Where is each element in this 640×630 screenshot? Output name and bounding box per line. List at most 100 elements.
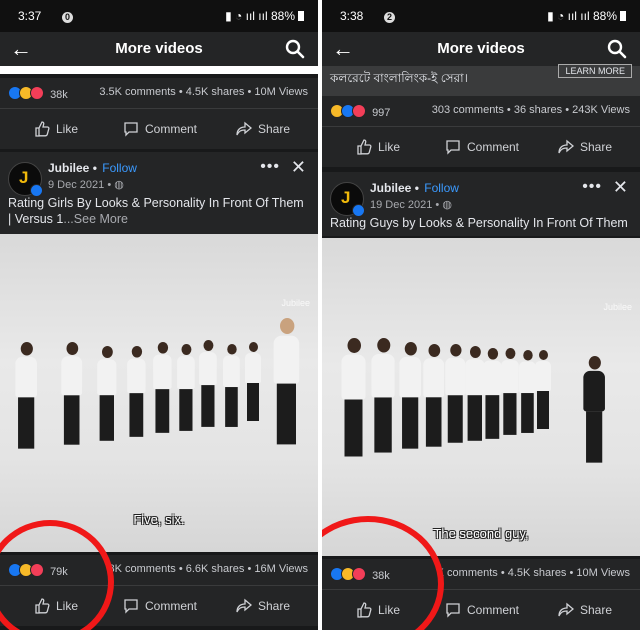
status-bar: 3:37 0 ▮ ◔ ııl ııl 88%	[0, 0, 318, 32]
post-date: 9 Dec 2021 • ◍	[48, 178, 124, 191]
close-icon[interactable]: ✕	[613, 177, 628, 198]
video-person	[340, 338, 367, 457]
video-person	[126, 346, 147, 437]
search-icon[interactable]	[284, 38, 306, 60]
comment-label: Comment	[467, 603, 520, 617]
avatar[interactable]: J	[8, 162, 43, 197]
prev-post-actions: Like Comment Share	[0, 108, 318, 149]
comment-button[interactable]: Comment	[123, 586, 197, 626]
prev-post-counts: 38k 3.5K comments • 4.5K shares • 10M Vi…	[0, 78, 318, 108]
comment-icon	[124, 122, 138, 137]
battery-level: 88%	[270, 9, 295, 23]
like-button[interactable]: Like	[356, 127, 400, 167]
post-title-text: Rating Guys by Looks & Personality In Fr…	[330, 216, 628, 230]
ad-banner[interactable]: কলরেটে বাংলালিংক-ই সেরা। LEARN MORE	[322, 64, 640, 96]
video-person	[500, 348, 520, 435]
search-icon[interactable]	[606, 38, 628, 60]
post-stats[interactable]: K comments • 4.5K shares • 10M Views	[437, 567, 630, 579]
video-person	[422, 344, 445, 447]
page-title: More videos	[115, 40, 203, 57]
post-stats[interactable]: 303 comments • 36 shares • 243K Views	[432, 104, 630, 116]
post-title: Rating Girls By Looks & Personality In F…	[8, 195, 310, 227]
follow-link[interactable]: Follow	[102, 161, 137, 175]
post-stats[interactable]: 8K comments • 6.6K shares • 16M Views	[109, 563, 308, 575]
jubilee-logo-icon: J	[19, 168, 29, 187]
like-button[interactable]: Like	[34, 109, 78, 149]
video-person	[370, 338, 396, 453]
globe-icon: ◍	[114, 179, 124, 191]
post-header: J Jubilee • Follow 9 Dec 2021 • ◍ ••• ✕ …	[0, 152, 318, 234]
share-label: Share	[258, 599, 291, 613]
signal-icon: ▮ ◔ ııl ııl	[225, 9, 268, 23]
video-person	[198, 340, 218, 427]
video-person	[14, 342, 38, 449]
notification-badge: 0	[62, 12, 73, 23]
author-name[interactable]: Jubilee	[370, 181, 411, 195]
follow-link[interactable]: Follow	[424, 181, 459, 195]
comment-button[interactable]: Comment	[123, 109, 197, 149]
status-time: 3:38	[340, 9, 364, 23]
reactions[interactable]: 997	[330, 104, 390, 119]
post-date-text: 19 Dec 2021 •	[370, 199, 440, 211]
video-person	[96, 346, 118, 441]
comment-icon	[124, 599, 138, 614]
comment-button[interactable]: Comment	[445, 590, 519, 630]
share-icon	[558, 139, 575, 154]
share-button[interactable]: Share	[558, 590, 612, 630]
jubilee-logo-icon: J	[341, 188, 351, 207]
post-title: Rating Guys by Looks & Personality In Fr…	[330, 215, 632, 231]
status-time: 3:37	[18, 9, 42, 23]
comment-label: Comment	[145, 599, 198, 613]
like-icon	[357, 139, 372, 155]
video-person	[398, 342, 422, 449]
battery-level: 88%	[592, 9, 617, 23]
like-label: Like	[378, 140, 401, 154]
close-icon[interactable]: ✕	[291, 157, 306, 178]
share-icon	[558, 602, 575, 617]
author-line: Jubilee • Follow	[370, 181, 459, 195]
notification-badge: 2	[384, 12, 395, 23]
share-icon	[236, 598, 253, 613]
ad-banner-text: কলরেটে বাংলালিংক-ই সেরা।	[330, 71, 468, 85]
share-button[interactable]: Share	[558, 127, 612, 167]
battery-icon	[298, 11, 304, 21]
author-name[interactable]: Jubilee	[48, 161, 89, 175]
love-reaction-icon	[30, 86, 44, 100]
left-screenshot: 3:37 0 ▮ ◔ ııl ııl 88% ← More videos 38k…	[0, 0, 318, 630]
right-screenshot: 3:38 2 ▮ ◔ ııl ııl 88% ← More videos কলর…	[322, 0, 640, 630]
avatar[interactable]: J	[330, 182, 365, 217]
comment-button[interactable]: Comment	[445, 127, 519, 167]
post-date-text: 9 Dec 2021 •	[48, 179, 112, 191]
battery-icon	[620, 11, 626, 21]
status-bar: 3:38 2 ▮ ◔ ııl ııl 88%	[322, 0, 640, 32]
see-more-link[interactable]: ...See More	[63, 212, 128, 226]
signal-icon: ▮ ◔ ııl ııl	[547, 9, 590, 23]
more-icon[interactable]: •••	[582, 178, 602, 196]
prev-post-actions: Like Comment Share	[322, 126, 640, 167]
post-stats[interactable]: 3.5K comments • 4.5K shares • 10M Views	[99, 86, 308, 98]
learn-more-button[interactable]: LEARN MORE	[558, 64, 632, 78]
video-person	[176, 344, 196, 431]
video-person	[244, 342, 262, 421]
reactions[interactable]: 38k	[8, 86, 68, 101]
video-player[interactable]: Jubilee The second guy,	[322, 238, 640, 556]
video-watermark: Jubilee	[603, 302, 632, 312]
share-icon	[236, 121, 253, 136]
reaction-count: 997	[372, 107, 391, 119]
video-watermark: Jubilee	[281, 298, 310, 308]
share-button[interactable]: Share	[236, 109, 290, 149]
post-title-text: Rating Girls By Looks & Personality In F…	[8, 196, 304, 226]
status-right: ▮ ◔ ııl ııl 88%	[225, 9, 304, 23]
video-player[interactable]: Jubilee Five, six.	[0, 234, 318, 552]
top-bar: ← More videos	[0, 32, 318, 66]
share-button[interactable]: Share	[236, 586, 290, 626]
share-label: Share	[580, 140, 613, 154]
reaction-count: 38k	[50, 89, 68, 101]
video-person	[222, 344, 241, 427]
status-right: ▮ ◔ ııl ııl 88%	[547, 9, 626, 23]
prev-video-edge	[0, 66, 318, 74]
like-label: Like	[56, 122, 79, 136]
author-line: Jubilee • Follow	[48, 161, 137, 175]
more-icon[interactable]: •••	[260, 158, 280, 176]
post-date: 19 Dec 2021 • ◍	[370, 198, 452, 211]
